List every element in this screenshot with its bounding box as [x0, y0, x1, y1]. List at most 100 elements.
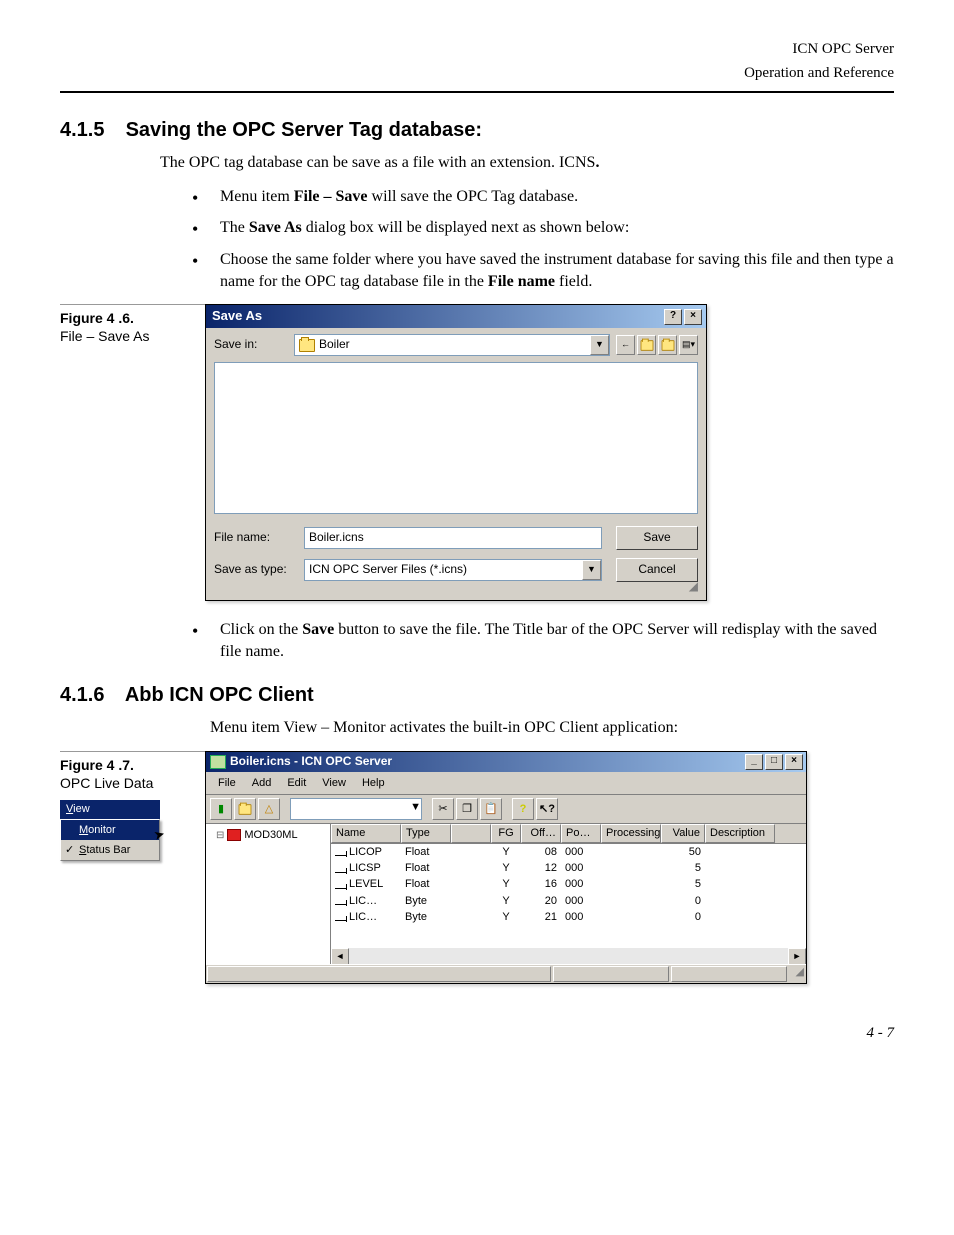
saveas-titlebar[interactable]: Save As ? × — [206, 305, 706, 328]
cancel-button[interactable]: Cancel — [616, 558, 698, 582]
t: Save — [302, 621, 334, 638]
saveas-dialog: Save As ? × Save in: Boiler ▼ ← ▤▾ — [205, 304, 707, 601]
help-icon[interactable]: ? — [512, 798, 534, 820]
col-fg[interactable]: FG — [491, 824, 521, 842]
resize-grip-icon[interactable]: ◢ — [788, 965, 806, 983]
col-off[interactable]: Off… — [521, 824, 561, 842]
tree-node-mod30ml[interactable]: ⊟ MOD30ML — [208, 828, 328, 842]
back-icon[interactable]: ← — [616, 335, 635, 355]
savein-value: Boiler — [319, 337, 350, 353]
sec415-intro: The OPC tag database can be save as a fi… — [160, 153, 894, 174]
stop-icon[interactable]: ▮ — [210, 798, 232, 820]
minimize-button[interactable]: _ — [745, 754, 763, 770]
opc-tree[interactable]: ⊟ MOD30ML — [206, 824, 331, 964]
up-icon[interactable]: △ — [258, 798, 280, 820]
view-menu-icon[interactable]: ▤▾ — [679, 335, 698, 355]
listview-header[interactable]: Name Type FG Off… Po… Processing Value D… — [331, 824, 806, 843]
sec415-intro-b: . — [595, 154, 599, 171]
list-item[interactable]: LIC…ByteY200000 — [331, 893, 806, 909]
figure-46-label-sub: File – Save As — [60, 328, 150, 344]
scroll-left-icon[interactable]: ◄ — [331, 948, 349, 964]
saveas-title-text: Save As — [212, 308, 262, 325]
scroll-right-icon[interactable]: ► — [788, 948, 806, 964]
opc-listview[interactable]: Name Type FG Off… Po… Processing Value D… — [331, 824, 806, 964]
t: File name — [488, 273, 555, 290]
sec415-bullet-2: The Save As dialog box will be displayed… — [192, 217, 894, 239]
col-value[interactable]: Value — [661, 824, 705, 842]
opc-titlebar[interactable]: Boiler.icns - ICN OPC Server _ □ × — [206, 752, 806, 772]
tag-icon — [335, 847, 347, 856]
file-list[interactable] — [214, 362, 698, 514]
copy-icon[interactable]: ❐ — [456, 798, 478, 820]
close-button[interactable]: × — [684, 309, 702, 325]
list-item[interactable]: LIC…ByteY210000 — [331, 909, 806, 925]
tag-icon — [335, 896, 347, 905]
menu-monitor-rest: onitor — [88, 824, 116, 836]
col-spacer[interactable] — [451, 824, 491, 842]
menu-view[interactable]: View — [314, 774, 354, 792]
tree-collapse-icon[interactable]: ⊟ — [216, 829, 224, 842]
doc-header-section: Operation and Reference — [60, 64, 894, 84]
figure-47-label-bold: Figure 4 .7. — [60, 757, 134, 773]
help-button[interactable]: ? — [664, 309, 682, 325]
folder-open-icon — [299, 339, 315, 352]
check-icon: ✓ — [65, 843, 74, 857]
t: File – Save — [294, 188, 368, 205]
horizontal-scrollbar[interactable]: ◄ ► — [331, 948, 806, 964]
savein-label: Save in: — [214, 337, 294, 353]
close-button[interactable]: × — [785, 754, 803, 770]
list-item[interactable]: LICSPFloatY120005 — [331, 860, 806, 876]
status-cell-3 — [671, 966, 787, 982]
chevron-down-icon[interactable]: ▼ — [582, 560, 601, 580]
new-folder-icon[interactable] — [658, 335, 677, 355]
menu-help[interactable]: Help — [354, 774, 393, 792]
filename-input[interactable]: Boiler.icns — [304, 527, 602, 549]
open-folder-icon[interactable] — [234, 798, 256, 820]
status-cell-2 — [553, 966, 669, 982]
doc-header-product: ICN OPC Server — [60, 40, 894, 60]
menu-add[interactable]: Add — [244, 774, 280, 792]
savetype-combo[interactable]: ICN OPC Server Files (*.icns) ▼ — [304, 559, 602, 581]
section-415-heading: 4.1.5 Saving the OPC Server Tag database… — [60, 117, 894, 143]
opc-toolbar: ▮ △ ▼ ✂ ❐ 📋 ? ↖? — [206, 795, 806, 824]
maximize-button[interactable]: □ — [765, 754, 783, 770]
figure-47-row: Figure 4 .7. OPC Live Data View Monitor … — [60, 751, 894, 984]
cut-icon[interactable]: ✂ — [432, 798, 454, 820]
figure-46-label-bold: Figure 4 .6. — [60, 310, 134, 326]
sec415-bullet-4: Click on the Save button to save the fil… — [192, 619, 894, 662]
list-item[interactable]: LICOPFloatY0800050 — [331, 844, 806, 860]
resize-grip-icon[interactable]: ◢ — [214, 582, 698, 590]
opc-menubar: File Add Edit View Help — [206, 772, 806, 795]
chevron-down-icon[interactable]: ▼ — [410, 800, 421, 818]
col-po[interactable]: Po… — [561, 824, 601, 842]
chevron-down-icon[interactable]: ▼ — [590, 335, 609, 355]
col-processing[interactable]: Processing — [601, 824, 661, 842]
menu-item-monitor[interactable]: Monitor ➤ — [61, 820, 159, 840]
section-416-num: 4.1.6 — [60, 682, 120, 708]
opc-statusbar: ◢ — [206, 964, 806, 983]
t: Menu item — [220, 188, 294, 205]
whatsthis-icon[interactable]: ↖? — [536, 798, 558, 820]
figure-46-label: Figure 4 .6. File – Save As — [60, 304, 205, 345]
tag-icon — [335, 880, 347, 889]
paste-icon[interactable]: 📋 — [480, 798, 502, 820]
menu-item-statusbar[interactable]: ✓ Status Bar — [61, 840, 159, 860]
menu-file[interactable]: File — [210, 774, 244, 792]
savein-combo[interactable]: Boiler ▼ — [294, 334, 610, 356]
save-button[interactable]: Save — [616, 526, 698, 550]
toolbar-combo[interactable]: ▼ — [290, 798, 422, 820]
menu-statusbar-rest: tatus Bar — [86, 844, 130, 856]
col-type[interactable]: Type — [401, 824, 451, 842]
status-cell-1 — [207, 966, 551, 982]
sec415-intro-a: The OPC tag database can be save as a fi… — [160, 154, 595, 171]
view-menu-button[interactable]: View — [60, 800, 160, 818]
menu-edit[interactable]: Edit — [279, 774, 314, 792]
t: field. — [555, 273, 592, 290]
up-folder-icon[interactable] — [637, 335, 656, 355]
col-name[interactable]: Name — [331, 824, 401, 842]
t: will save the OPC Tag database. — [368, 188, 579, 205]
t: Save As — [249, 219, 302, 236]
list-item[interactable]: LEVELFloatY160005 — [331, 876, 806, 892]
sec415-bullet-1: Menu item File – Save will save the OPC … — [192, 186, 894, 208]
col-description[interactable]: Description — [705, 824, 775, 842]
